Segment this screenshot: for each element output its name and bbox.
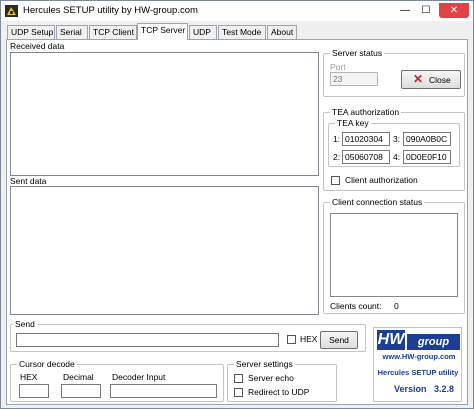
window-title: Hercules SETUP utility by HW-group.com	[23, 5, 198, 16]
sent-data-label: Sent data	[10, 176, 47, 186]
server-status-label: Server status	[330, 48, 385, 58]
close-server-button[interactable]: ✕ Close	[401, 70, 461, 89]
send-button[interactable]: Send	[320, 331, 358, 349]
hex-label: HEX	[300, 334, 318, 344]
app-window: Hercules SETUP utility by HW-group.com —…	[0, 0, 474, 409]
port-label: Port	[330, 62, 346, 72]
close-x-icon: ✕	[413, 72, 424, 86]
cursor-decode-group: Cursor decode HEX Decimal Decoder Input	[10, 359, 224, 402]
title-bar: Hercules SETUP utility by HW-group.com —…	[1, 1, 473, 21]
clients-count-value: 0	[394, 301, 399, 311]
server-status-group: Server status Port 23 ✕ Close	[323, 48, 465, 97]
hw-logo-brand: HW	[377, 330, 405, 350]
hw-logo-product: Hercules SETUP utility	[377, 368, 459, 377]
send-label: Send	[13, 319, 37, 329]
tab-udp-setup[interactable]: UDP Setup	[7, 25, 55, 39]
redirect-udp-label: Redirect to UDP	[248, 387, 310, 397]
client-connection-label: Client connection status	[330, 197, 425, 207]
close-button-label: Close	[429, 75, 451, 85]
tab-serial[interactable]: Serial	[56, 25, 88, 39]
decode-decimal-label: Decimal	[63, 372, 94, 382]
send-group: Send HEX Send	[10, 319, 366, 352]
tab-about[interactable]: About	[267, 25, 297, 39]
received-data-area[interactable]	[10, 52, 319, 176]
received-data-label: Received data	[10, 41, 65, 51]
tea-key-1-input[interactable]: 01020304	[342, 132, 390, 146]
client-connection-list[interactable]	[330, 213, 458, 297]
client-connection-group: Client connection status Clients count: …	[323, 197, 465, 314]
tab-tcp-server[interactable]: TCP Server	[137, 23, 188, 40]
cursor-decode-label: Cursor decode	[17, 359, 77, 369]
tea-key-group: TEA key 1: 01020304 3: 090A0B0C 2: 05060…	[328, 118, 460, 167]
tea-key-3-label: 3:	[393, 134, 401, 144]
sent-data-area[interactable]	[10, 186, 319, 315]
server-settings-group: Server settings Server echo Redirect to …	[227, 359, 337, 402]
tea-key-label: TEA key	[335, 118, 371, 128]
send-input[interactable]	[16, 333, 279, 347]
tea-key-2-label: 2:	[333, 152, 341, 162]
tea-key-4-input[interactable]: 0D0E0F10	[403, 150, 451, 164]
hex-checkbox[interactable]	[287, 335, 296, 344]
decode-decimal-input[interactable]	[61, 384, 101, 398]
tea-key-2-input[interactable]: 05060708	[342, 150, 390, 164]
minimize-button[interactable]: —	[397, 3, 413, 18]
hercules-app-icon	[5, 5, 18, 17]
maximize-button[interactable]: ☐	[418, 3, 434, 18]
close-window-button[interactable]: ✕	[439, 3, 469, 18]
server-settings-label: Server settings	[234, 359, 295, 369]
client-authorization-label: Client authorization	[345, 175, 418, 185]
hw-group-logo: HW group www.HW-group.com Hercules SETUP…	[373, 327, 462, 402]
tea-authorization-label: TEA authorization	[330, 107, 402, 117]
decoder-input-label: Decoder Input	[112, 372, 166, 382]
tea-key-1-label: 1:	[333, 134, 341, 144]
version-value: 3.2.8	[434, 384, 455, 394]
client-authorization-checkbox[interactable]	[331, 176, 340, 185]
tea-key-4-label: 4:	[393, 152, 401, 162]
version-label: Version	[394, 384, 427, 394]
server-echo-label: Server echo	[248, 373, 294, 383]
tab-udp[interactable]: UDP	[189, 25, 217, 39]
tea-key-3-input[interactable]: 090A0B0C	[403, 132, 451, 146]
tab-tcp-client[interactable]: TCP Client	[89, 25, 137, 39]
decoder-input-field[interactable]	[110, 384, 217, 398]
hw-logo-url: www.HW-group.com	[382, 352, 456, 361]
server-echo-checkbox[interactable]	[234, 374, 243, 383]
port-input[interactable]: 23	[330, 72, 378, 86]
decode-hex-input[interactable]	[19, 384, 49, 398]
decode-hex-label: HEX	[20, 372, 38, 382]
tab-test-mode[interactable]: Test Mode	[218, 25, 266, 39]
tea-authorization-group: TEA authorization TEA key 1: 01020304 3:…	[323, 107, 465, 191]
hw-logo-group: group	[407, 334, 460, 350]
clients-count-label: Clients count:	[330, 301, 382, 311]
redirect-udp-checkbox[interactable]	[234, 388, 243, 397]
